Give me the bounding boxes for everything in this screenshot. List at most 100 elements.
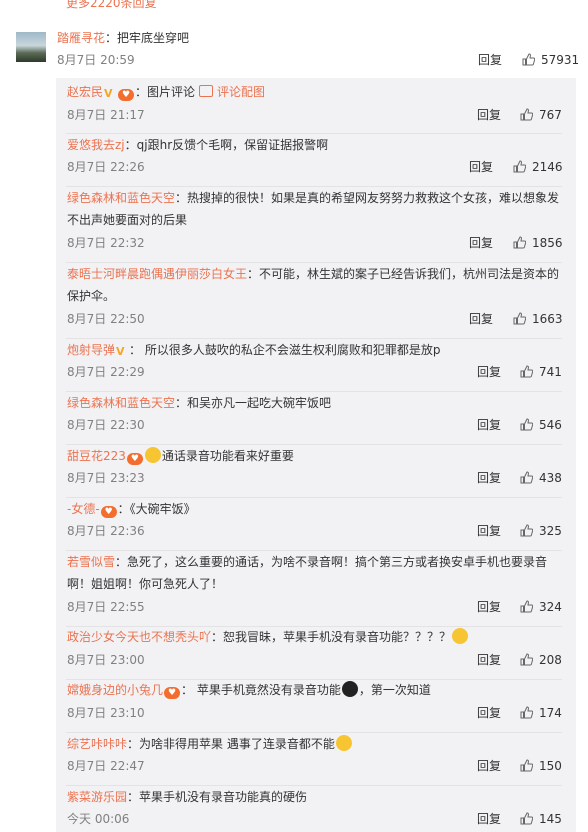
- more-replies-fragment[interactable]: 更多2220条回复: [0, 0, 588, 12]
- reply-button[interactable]: 回复: [477, 758, 501, 774]
- reply-text-after: ，第一次知道: [358, 683, 431, 697]
- like-count: 1856: [532, 236, 563, 250]
- reply-username[interactable]: 赵宏民: [67, 85, 103, 99]
- reply-button[interactable]: 回复: [477, 652, 501, 668]
- more-replies-link[interactable]: 更多2220条回复: [66, 0, 157, 11]
- reply-button[interactable]: 回复: [477, 599, 501, 615]
- reply-line: 综艺咔咔咔：为啥非得用苹果 遇事了连录音都不能: [67, 735, 588, 753]
- divider: [66, 262, 562, 263]
- reply-time: 8月7日 22:47: [67, 759, 145, 773]
- reply-username[interactable]: 甜豆花223: [67, 449, 126, 463]
- top-comment: 踏雁寻花：把牢底坐穿吧 8月7日 20:59 回复 57931: [0, 24, 588, 74]
- reply-text-continued: 啊！姐姐啊！你可急死人了！: [67, 577, 224, 591]
- reply-line: 绿色森林和蓝色天空：和吴亦凡一起吃大碗牢饭吧: [67, 394, 588, 412]
- like-button[interactable]: 767: [520, 107, 562, 123]
- member-badge-icon: ♥: [164, 687, 181, 699]
- comment-username[interactable]: 踏雁寻花: [57, 31, 105, 45]
- like-button[interactable]: 1663: [513, 311, 563, 327]
- reply-button[interactable]: 回复: [477, 417, 501, 433]
- like-button[interactable]: 546: [520, 417, 562, 433]
- reply-username[interactable]: 综艺咔咔咔: [67, 737, 127, 751]
- reply-text: ：和吴亦凡一起吃大碗牢饭吧: [175, 396, 332, 410]
- reply-text: ： 苹果手机竟然没有录音功能: [181, 683, 341, 697]
- reply-time: 8月7日 23:23: [67, 471, 145, 485]
- reply-time: 8月7日 22:36: [67, 524, 145, 538]
- reply-username[interactable]: 炮射导弹: [67, 343, 115, 357]
- reply-time: 8月7日 22:26: [67, 160, 145, 174]
- thumb-up-icon: [520, 706, 533, 719]
- like-button[interactable]: 438: [520, 470, 562, 486]
- reply-text: ：qj跟hr反馈个毛啊，保留证据报警啊: [124, 138, 329, 152]
- divider: [66, 679, 562, 680]
- reply-username[interactable]: 嫦娥身边的小兔几: [67, 683, 163, 697]
- divider: [66, 391, 562, 392]
- divider: [66, 338, 562, 339]
- thinking-emoji-icon: [452, 628, 469, 644]
- divider: [66, 732, 562, 733]
- reply-button[interactable]: 回复: [477, 523, 501, 539]
- like-button[interactable]: 174: [520, 705, 562, 721]
- reply-text: ：《大碗牢饭》: [117, 502, 196, 516]
- reply-time: 8月7日 22:55: [67, 600, 145, 614]
- reply-username[interactable]: 政治少女今天也不想秃头吖: [67, 630, 211, 644]
- reply-line: 政治少女今天也不想秃头吖：恕我冒昧，苹果手机没有录音功能？？？？: [67, 628, 588, 646]
- like-button[interactable]: 145: [520, 811, 562, 827]
- like-button[interactable]: 150: [520, 758, 562, 774]
- like-count: 208: [539, 653, 562, 667]
- reply-button[interactable]: 回复: [477, 364, 501, 380]
- reply-button[interactable]: 回复: [477, 811, 501, 827]
- like-button[interactable]: 2146: [513, 159, 563, 175]
- reply-username[interactable]: 若雪似雪: [67, 555, 115, 569]
- like-count: 546: [539, 418, 562, 432]
- thumb-up-icon: [513, 236, 526, 249]
- reply-text: ：苹果手机没有录音功能真的硬伤: [127, 790, 308, 804]
- reply-button[interactable]: 回复: [478, 52, 502, 68]
- reply-line: 紫菜游乐园：苹果手机没有录音功能真的硬伤: [67, 788, 588, 806]
- reply-time: 8月7日 22:50: [67, 312, 145, 326]
- divider: [66, 497, 562, 498]
- divider: [66, 444, 562, 445]
- reply-username[interactable]: 爱悠我去zj: [67, 138, 125, 152]
- reply-line: 泰晤士河畔晨跑偶遇伊丽莎白女王：不可能，林生斌的案子已经告诉我们，杭州司法是资本…: [67, 265, 588, 283]
- like-count: 174: [539, 706, 562, 720]
- reply-time: 8月7日 23:00: [67, 653, 145, 667]
- reply-button[interactable]: 回复: [469, 311, 493, 327]
- comment-image-link[interactable]: 评论配图: [217, 85, 265, 99]
- comment-time: 8月7日 20:59: [57, 53, 135, 67]
- reply-text-continued: 不出声她要面对的后果: [67, 213, 188, 227]
- reply-time: 8月7日 21:17: [67, 108, 145, 122]
- reply-button[interactable]: 回复: [477, 470, 501, 486]
- thumb-up-icon: [520, 471, 533, 484]
- reply-button[interactable]: 回复: [477, 705, 501, 721]
- reply-text: ：急死了，这么重要的通话，为啥不录音啊！搞个第三方或者换安卓手机也要录音: [115, 555, 548, 569]
- comment-line: 踏雁寻花：把牢底坐穿吧: [57, 29, 588, 47]
- reply-text: ：热搜掉的很快！如果是真的希望网友努努力救救这个女孩，难以想象发: [175, 191, 560, 205]
- reply-username[interactable]: 绿色森林和蓝色天空: [67, 191, 175, 205]
- like-count: 767: [539, 108, 562, 122]
- reply-time: 8月7日 23:10: [67, 706, 145, 720]
- reply-text: ：为啥非得用苹果 遇事了连录音都不能: [127, 737, 335, 751]
- like-button[interactable]: 325: [520, 523, 562, 539]
- thumb-up-icon: [520, 759, 533, 772]
- thumb-up-icon: [520, 524, 533, 537]
- like-button[interactable]: 324: [520, 599, 562, 615]
- like-button[interactable]: 741: [520, 364, 562, 380]
- member-badge-icon: ♥: [100, 506, 117, 518]
- reply-username[interactable]: 绿色森林和蓝色天空: [67, 396, 175, 410]
- reply-button[interactable]: 回复: [469, 235, 493, 251]
- like-button[interactable]: 57931: [522, 52, 579, 68]
- image-icon: [199, 85, 214, 97]
- reply-username[interactable]: -女德-: [67, 502, 100, 516]
- reply-text: ：恕我冒昧，苹果手机没有录音功能？？？？: [211, 630, 452, 644]
- reply-username[interactable]: 泰晤士河畔晨跑偶遇伊丽莎白女王: [67, 267, 247, 281]
- crying-emoji-icon: [144, 447, 161, 463]
- like-button[interactable]: 208: [520, 652, 562, 668]
- avatar[interactable]: [16, 32, 46, 62]
- reply-button[interactable]: 回复: [469, 159, 493, 175]
- like-count: 57931: [541, 53, 580, 67]
- like-count: 150: [539, 759, 562, 773]
- reply-username[interactable]: 紫菜游乐园: [67, 790, 127, 804]
- reply-time: 8月7日 22:29: [67, 365, 145, 379]
- reply-button[interactable]: 回复: [477, 107, 501, 123]
- like-button[interactable]: 1856: [513, 235, 563, 251]
